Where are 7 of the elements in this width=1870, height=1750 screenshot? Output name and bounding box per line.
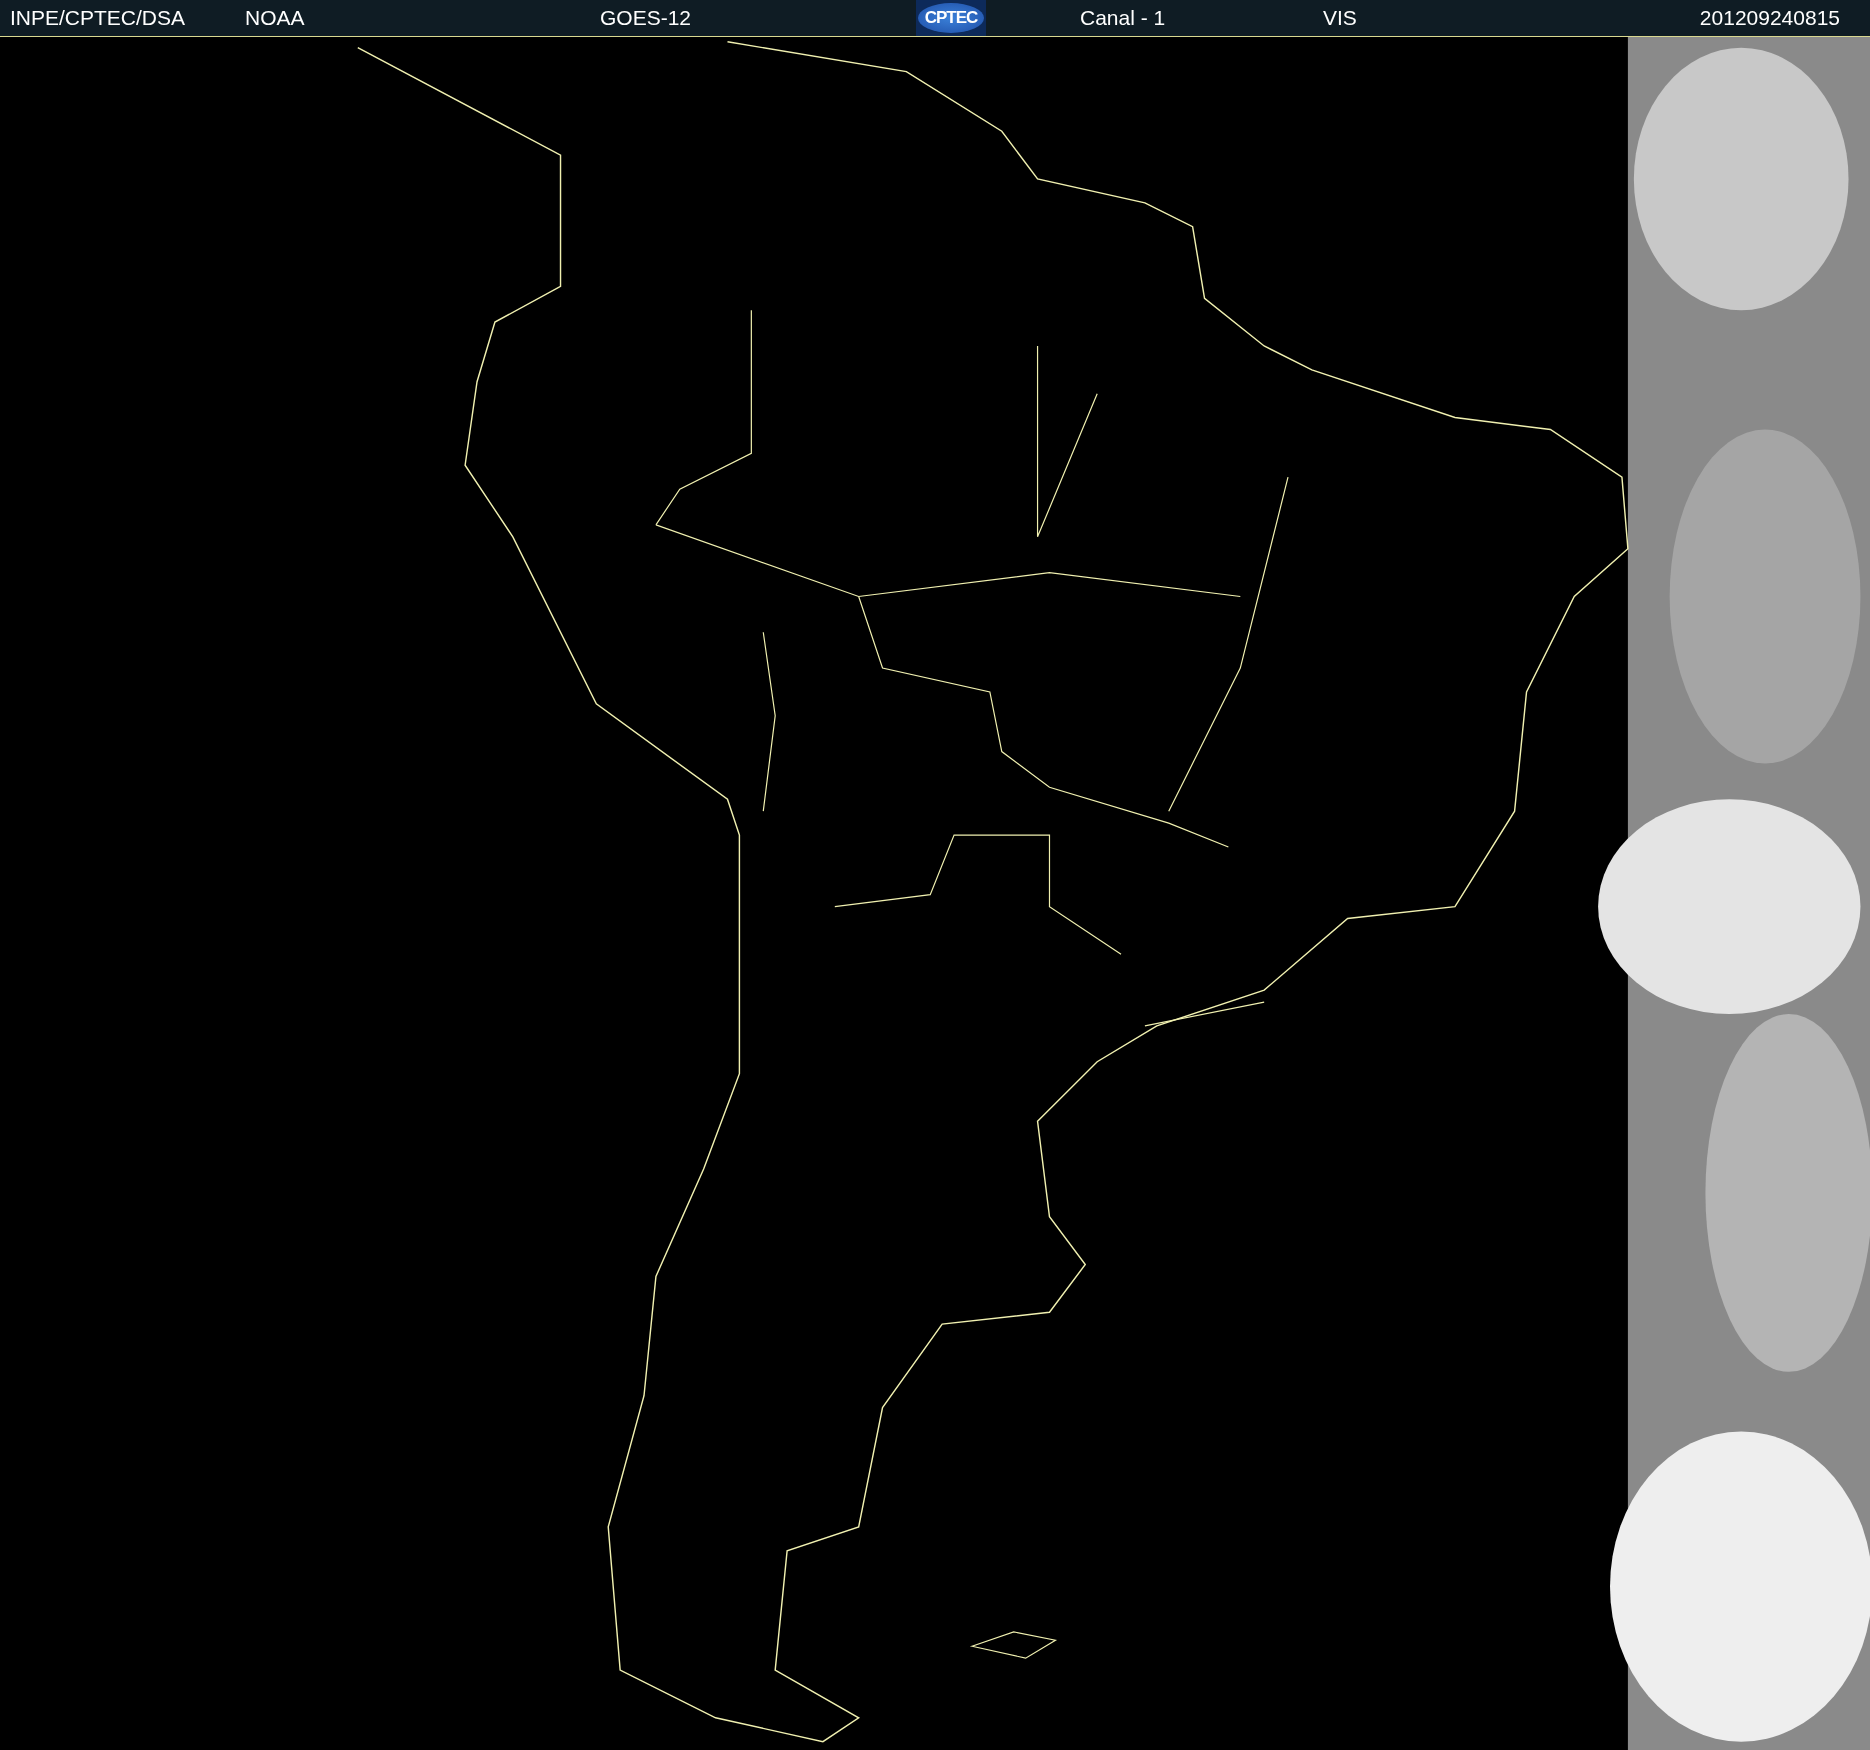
- timestamp: 201209240815: [1699, 6, 1840, 30]
- header-label: NOAA: [245, 6, 305, 30]
- band-label: VIS: [1323, 6, 1357, 30]
- channel-label: Canal - 1: [1080, 6, 1166, 30]
- header-label: GOES-12: [600, 6, 692, 30]
- logo: CPTEC: [916, 0, 986, 36]
- header-label: INPE/CPTEC/DSA: [10, 6, 186, 30]
